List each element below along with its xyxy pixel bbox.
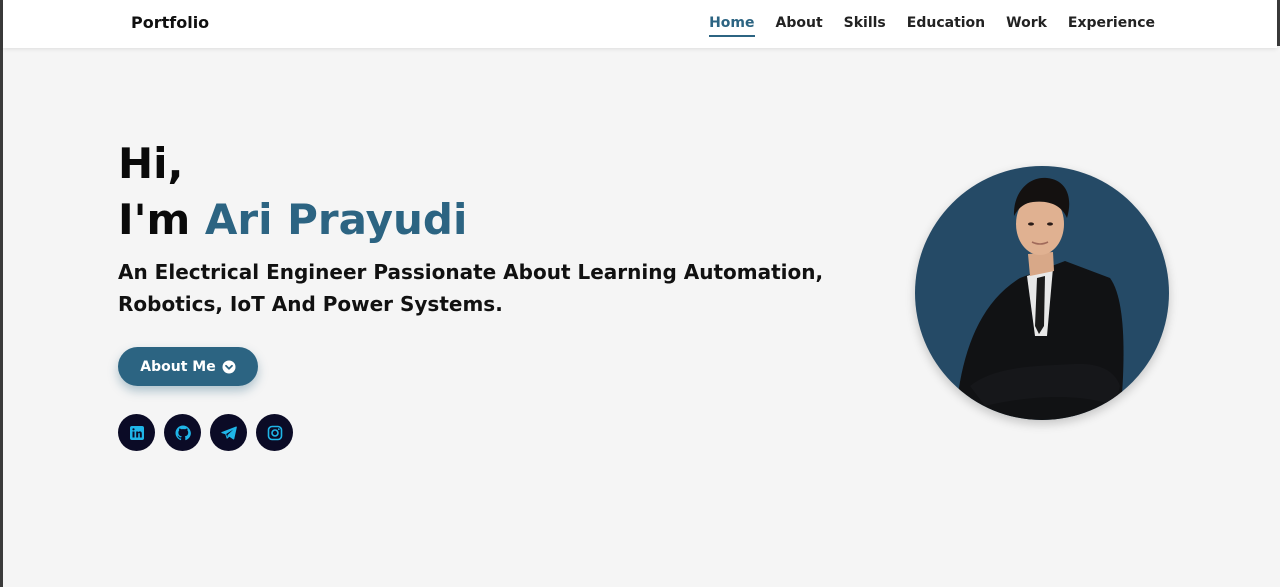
about-me-button-label: About Me bbox=[140, 358, 216, 375]
nav-link-about[interactable]: About bbox=[776, 15, 823, 37]
github-link[interactable] bbox=[164, 414, 201, 451]
nav-link-education[interactable]: Education bbox=[907, 15, 985, 37]
linkedin-icon bbox=[129, 425, 144, 440]
profile-photo-illustration bbox=[955, 177, 1124, 420]
telegram-icon bbox=[220, 425, 237, 439]
instagram-link[interactable] bbox=[256, 414, 293, 451]
window-frame-left bbox=[0, 0, 3, 587]
hero-name: Ari Prayudi bbox=[204, 195, 468, 244]
hero-intro: I'm Ari Prayudi bbox=[118, 190, 908, 250]
nav-link-home[interactable]: Home bbox=[709, 15, 755, 37]
navbar: Portfolio Home About Skills Education Wo… bbox=[3, 0, 1277, 48]
hero-tagline: An Electrical Engineer Passionate About … bbox=[118, 260, 824, 316]
hero-intro-prefix: I'm bbox=[118, 195, 191, 244]
github-icon bbox=[175, 425, 191, 440]
about-me-button[interactable]: About Me bbox=[118, 347, 258, 386]
nav-menu: Home About Skills Education Work Experie… bbox=[688, 15, 1155, 37]
site-logo[interactable]: Portfolio bbox=[131, 13, 209, 32]
telegram-link[interactable] bbox=[210, 414, 247, 451]
linkedin-link[interactable] bbox=[118, 414, 155, 451]
profile-photo bbox=[915, 166, 1169, 420]
social-links bbox=[118, 414, 293, 451]
instagram-icon bbox=[267, 425, 282, 440]
nav-link-experience[interactable]: Experience bbox=[1068, 15, 1155, 37]
chevron-circle-down-icon bbox=[222, 360, 236, 374]
nav-link-skills[interactable]: Skills bbox=[844, 15, 886, 37]
hero-section: Hi, I'm Ari Prayudi An Electrical Engine… bbox=[118, 138, 908, 320]
hero-greeting: Hi, bbox=[118, 139, 184, 188]
nav-link-work[interactable]: Work bbox=[1006, 15, 1047, 37]
